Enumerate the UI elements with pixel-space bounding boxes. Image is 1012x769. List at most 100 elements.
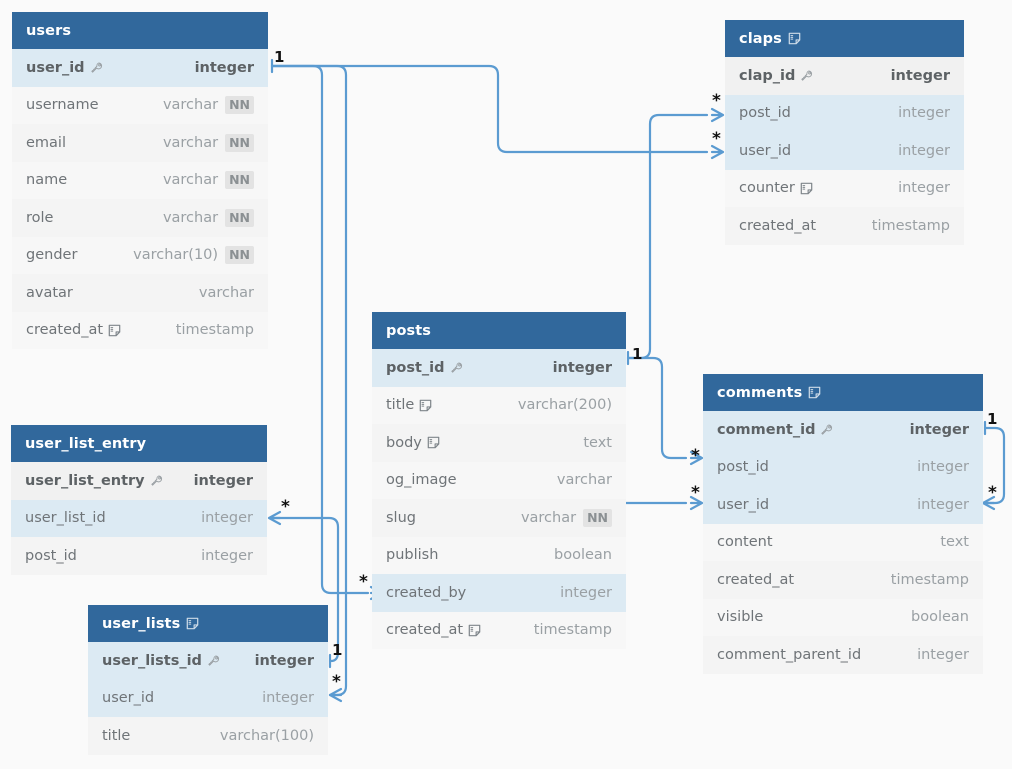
column-row-post_id[interactable]: post_id integer bbox=[725, 94, 964, 132]
column-row-created_at[interactable]: created_at timestamp bbox=[372, 611, 626, 649]
crowsfoot-user-list-entry-user-list-id bbox=[267, 510, 282, 526]
table-header-posts[interactable]: posts bbox=[372, 312, 626, 349]
column-type: text bbox=[940, 534, 969, 551]
column-name: post_id bbox=[25, 547, 77, 564]
cardinality-label-star: * bbox=[712, 129, 721, 149]
key-icon bbox=[90, 61, 104, 75]
column-row-user_lists_id[interactable]: user_lists_id integer bbox=[88, 642, 328, 680]
table-header-claps[interactable]: claps bbox=[725, 20, 964, 57]
column-name: role bbox=[26, 209, 54, 226]
table-users[interactable]: users user_id integer username varchar NN emai… bbox=[12, 12, 268, 349]
column-row-user_id[interactable]: user_id integer bbox=[725, 132, 964, 170]
cardinality-label-1: 1 bbox=[332, 641, 343, 659]
column-row-user_id[interactable]: user_id integer bbox=[88, 679, 328, 717]
column-row-title[interactable]: title varchar(200) bbox=[372, 386, 626, 424]
cardinality-label-star: * bbox=[691, 483, 700, 503]
column-type: integer bbox=[552, 359, 612, 376]
column-row-comment_parent_id[interactable]: comment_parent_id integer bbox=[703, 636, 983, 674]
column-row-user_id[interactable]: user_id integer bbox=[703, 486, 983, 524]
column-row-user_id[interactable]: user_id integer bbox=[12, 49, 268, 87]
column-name: user_id bbox=[26, 59, 85, 76]
edge-users-to-claps-user-id bbox=[270, 64, 709, 154]
column-row-name[interactable]: name varchar NN bbox=[12, 161, 268, 199]
column-row-publish[interactable]: publish boolean bbox=[372, 536, 626, 574]
column-type: varchar(10) bbox=[133, 247, 219, 264]
column-name: user_id bbox=[102, 690, 155, 707]
column-row-slug[interactable]: slug varchar NN bbox=[372, 499, 626, 537]
table-comments[interactable]: comments comment_id integer post_id integer u… bbox=[703, 374, 983, 674]
column-row-gender[interactable]: gender varchar(10) NN bbox=[12, 236, 268, 274]
key-icon bbox=[800, 69, 814, 83]
column-row-comment_id[interactable]: comment_id integer bbox=[703, 411, 983, 449]
column-row-og_image[interactable]: og_image varchar bbox=[372, 461, 626, 499]
column-type: varchar(100) bbox=[219, 727, 314, 744]
column-row-post_id[interactable]: post_id integer bbox=[11, 537, 267, 575]
column-row-created_by[interactable]: created_by integer bbox=[372, 574, 626, 612]
table-claps[interactable]: claps clap_id integer post_id integer user_id… bbox=[725, 20, 964, 245]
note-icon bbox=[419, 399, 432, 412]
table-header-users[interactable]: users bbox=[12, 12, 268, 49]
column-row-user_list_entry[interactable]: user_list_entry integer bbox=[11, 462, 267, 500]
column-row-created_at[interactable]: created_at timestamp bbox=[725, 207, 964, 245]
cardinality-label-star: * bbox=[691, 446, 700, 466]
column-row-counter[interactable]: counter integer bbox=[725, 169, 964, 207]
column-type: integer bbox=[194, 59, 254, 76]
note-icon bbox=[427, 436, 440, 449]
table-header-user_lists[interactable]: user_lists bbox=[88, 605, 328, 642]
table-title: comments bbox=[717, 384, 803, 401]
column-type: text bbox=[583, 434, 612, 451]
er-diagram-canvas: users user_id integer username varchar NN emai… bbox=[0, 0, 1012, 769]
column-row-role[interactable]: role varchar NN bbox=[12, 199, 268, 237]
column-row-email[interactable]: email varchar NN bbox=[12, 124, 268, 162]
column-name: created_at bbox=[717, 571, 795, 588]
column-type: varchar(200) bbox=[517, 397, 612, 414]
table-header-user_list_entry[interactable]: user_list_entry bbox=[11, 425, 267, 462]
column-type: integer bbox=[909, 421, 969, 438]
note-icon bbox=[468, 624, 481, 637]
column-name: user_lists_id bbox=[102, 652, 202, 669]
column-type: timestamp bbox=[533, 622, 612, 639]
column-row-avatar[interactable]: avatar varchar bbox=[12, 274, 268, 312]
key-icon bbox=[150, 474, 164, 488]
column-row-created_at[interactable]: created_at timestamp bbox=[12, 311, 268, 349]
column-type: integer bbox=[898, 142, 950, 159]
column-type: integer bbox=[560, 584, 612, 601]
column-name: avatar bbox=[26, 284, 73, 301]
not-null-badge: NN bbox=[225, 208, 254, 227]
column-row-content[interactable]: content text bbox=[703, 523, 983, 561]
column-type: timestamp bbox=[871, 217, 950, 234]
column-name: counter bbox=[739, 180, 795, 197]
column-name: user_list_id bbox=[25, 510, 106, 527]
table-header-comments[interactable]: comments bbox=[703, 374, 983, 411]
table-user_lists[interactable]: user_lists user_lists_id integer user_id int… bbox=[88, 605, 328, 755]
column-type: varchar bbox=[520, 509, 577, 526]
column-row-visible[interactable]: visible boolean bbox=[703, 598, 983, 636]
column-type: integer bbox=[193, 472, 253, 489]
column-type: boolean bbox=[911, 609, 969, 626]
column-name: username bbox=[26, 97, 99, 114]
column-name: name bbox=[26, 172, 68, 189]
column-name: user_id bbox=[739, 142, 792, 159]
note-icon bbox=[800, 182, 813, 195]
column-name: created_by bbox=[386, 584, 467, 601]
column-row-user_list_id[interactable]: user_list_id integer bbox=[11, 499, 267, 537]
column-type: varchar bbox=[162, 172, 219, 189]
column-name: post_id bbox=[717, 459, 769, 476]
cardinality-label-1: 1 bbox=[274, 48, 285, 66]
column-name: user_list_entry bbox=[25, 472, 145, 489]
column-row-created_at[interactable]: created_at timestamp bbox=[703, 561, 983, 599]
table-user_list_entry[interactable]: user_list_entry user_list_entry integer use… bbox=[11, 425, 267, 575]
column-type: integer bbox=[890, 67, 950, 84]
column-name: email bbox=[26, 134, 66, 151]
column-row-title[interactable]: title varchar(100) bbox=[88, 717, 328, 755]
column-row-body[interactable]: body text bbox=[372, 424, 626, 462]
column-row-post_id[interactable]: post_id integer bbox=[703, 448, 983, 486]
column-type: integer bbox=[898, 180, 950, 197]
column-row-username[interactable]: username varchar NN bbox=[12, 86, 268, 124]
cardinality-label-1: 1 bbox=[632, 345, 643, 363]
note-icon bbox=[186, 617, 199, 630]
not-null-badge: NN bbox=[225, 246, 254, 265]
table-posts[interactable]: posts post_id integer title varchar(200) body… bbox=[372, 312, 626, 649]
column-row-clap_id[interactable]: clap_id integer bbox=[725, 57, 964, 95]
column-row-post_id[interactable]: post_id integer bbox=[372, 349, 626, 387]
